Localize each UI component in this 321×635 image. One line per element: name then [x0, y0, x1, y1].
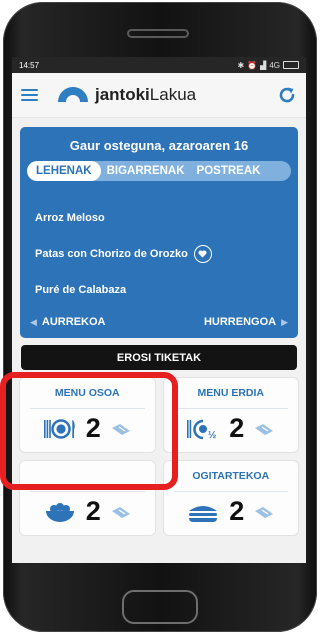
- dish-item: Arroz Meloso: [35, 212, 105, 224]
- day-navigation: ◀ AURREKOA HURRENGOA ▶: [20, 316, 298, 328]
- status-time: 14:57: [19, 60, 40, 70]
- home-button[interactable]: [122, 590, 198, 624]
- heart-icon[interactable]: [193, 245, 212, 263]
- logo-text: jantokiLakua: [95, 85, 197, 104]
- ticket-count: 2: [85, 413, 101, 443]
- ticket-grid: MENU OSOA 2 MENU ERDIA ½ 2 2 OGITARTEKOA…: [20, 378, 298, 535]
- plate-cutlery-icon: [43, 418, 75, 439]
- app-screen: 14:57 ✱ ⏰ ▟ 4G jantokiLakua Gaur ostegun…: [12, 57, 306, 563]
- signal-icon: ▟: [260, 60, 267, 70]
- phone-frame: 14:57 ✱ ⏰ ▟ 4G jantokiLakua Gaur ostegun…: [3, 2, 317, 632]
- ticket-menu-erdia[interactable]: MENU ERDIA ½ 2: [163, 378, 299, 452]
- logo-icon: [58, 87, 88, 102]
- buy-tickets-button[interactable]: EROSI TIKETAK: [21, 345, 297, 370]
- next-day-button[interactable]: HURRENGOA ▶: [204, 316, 288, 328]
- right-arrow-icon: ▶: [281, 316, 288, 327]
- divider: [30, 491, 145, 492]
- alarm-icon: ⏰: [247, 60, 258, 70]
- bluetooth-icon: ✱: [237, 60, 245, 70]
- battery-icon: [283, 61, 299, 69]
- tab-lehenak[interactable]: LEHENAK: [27, 161, 101, 181]
- tab-postreak[interactable]: POSTREAK: [191, 161, 267, 181]
- divider: [173, 491, 288, 492]
- ticket-icon: [255, 506, 274, 518]
- ticket-title: MENU OSOA: [54, 387, 120, 399]
- previous-day-button[interactable]: ◀ AURREKOA: [30, 316, 105, 328]
- refresh-icon[interactable]: [277, 85, 297, 105]
- ticket-title: OGITARTEKOA: [192, 470, 270, 482]
- app-logo: jantokiLakua: [56, 85, 196, 105]
- ticket-icon: [255, 423, 274, 435]
- ticket-title: MENU ERDIA: [197, 387, 264, 399]
- status-bar: 14:57 ✱ ⏰ ▟ 4G: [12, 57, 306, 73]
- day-title: Gaur osteguna, azaroaren 16: [69, 138, 249, 153]
- app-bar: jantokiLakua: [12, 73, 306, 118]
- dish-item: Patas con Chorizo de Orozko: [35, 236, 298, 272]
- ticket-icon: [111, 506, 130, 518]
- ticket-count: 2: [229, 413, 245, 443]
- ticket-body: ½ 2: [164, 413, 299, 444]
- tab-bigarrenak[interactable]: BIGARRENAK: [101, 161, 191, 181]
- daily-menu-card: Gaur osteguna, azaroaren 16 LEHENAK BIGA…: [20, 127, 298, 338]
- sandwich-icon: [189, 505, 218, 522]
- status-icons: ✱ ⏰ ▟ 4G: [237, 60, 299, 70]
- half-plate-icon: ½: [187, 419, 217, 441]
- dish-list: Arroz Meloso Patas con Chorizo de Orozko…: [35, 200, 298, 308]
- divider: [30, 408, 145, 409]
- ticket-body: 2: [20, 496, 155, 527]
- speaker-grille: [127, 29, 189, 38]
- course-tabs: LEHENAK BIGARRENAK POSTREAK: [27, 161, 291, 181]
- ticket-count: 2: [85, 496, 101, 526]
- hamburger-menu-icon[interactable]: [21, 89, 38, 101]
- left-arrow-icon: ◀: [30, 316, 37, 327]
- ticket-icon: [111, 423, 130, 435]
- network-label: 4G: [269, 60, 280, 70]
- ticket-menu-osoa[interactable]: MENU OSOA 2: [20, 378, 155, 452]
- ticket-body: 2: [164, 496, 299, 527]
- ticket-body: 2: [20, 413, 155, 444]
- ticket-title: [20, 461, 155, 485]
- ticket-count: 2: [229, 496, 245, 526]
- ticket-ogitartekoa[interactable]: OGITARTEKOA 2: [163, 461, 299, 535]
- salad-bowl-icon: [45, 502, 74, 522]
- dish-item: Puré de Calabaza: [35, 284, 127, 296]
- divider: [173, 408, 288, 409]
- ticket-salad[interactable]: 2: [20, 461, 155, 535]
- svg-text:½: ½: [208, 430, 216, 441]
